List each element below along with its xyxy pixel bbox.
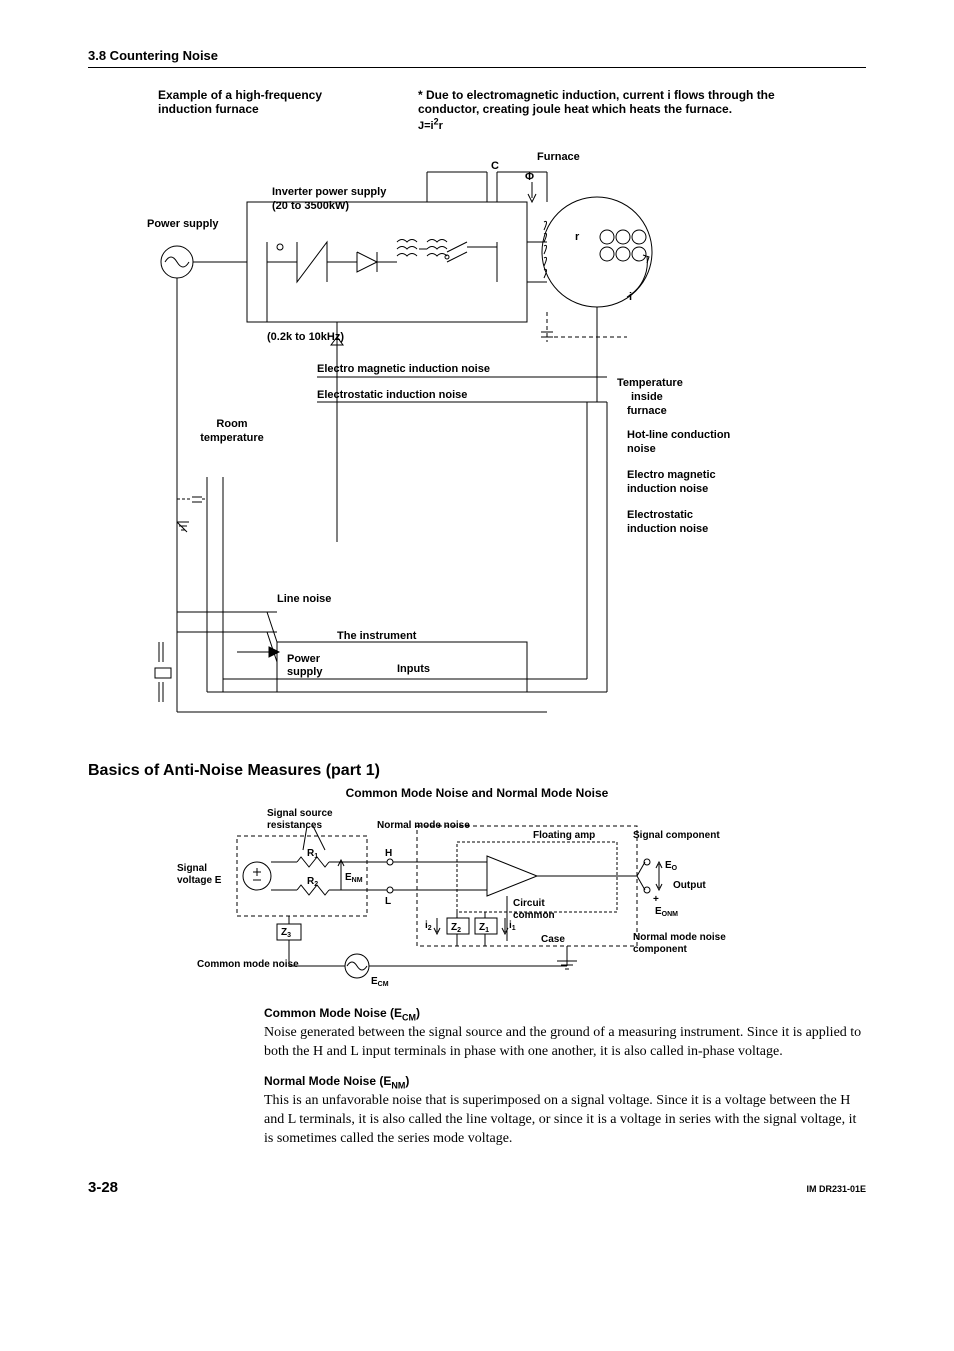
para1-head: Common Mode Noise (ECM) [264,1006,866,1022]
label: The instrument [337,630,417,642]
label: induction noise [627,483,708,495]
label: noise [627,443,656,455]
para1-head-sub: CM [402,1012,416,1022]
intro-right-text: * Due to electromagnetic induction, curr… [418,88,775,116]
label: Z3 [281,927,291,939]
label: r [575,231,580,243]
formula: J=i2r [418,120,443,132]
label: Signal [177,863,207,874]
label: Φ [525,171,534,183]
label: Temperature [617,377,683,389]
heading-anti-noise: Basics of Anti-Noise Measures (part 1) [88,762,866,780]
label: Electro magnetic [627,469,716,481]
para2-head-sub: NM [391,1080,405,1090]
label: Z2 [451,922,461,934]
label: Signal source [267,808,333,819]
formula-tail: r [439,120,443,132]
label: Inputs [397,663,430,675]
label: Electrostatic induction noise [317,389,467,401]
figure-induction-furnace: Power supply Inverter power supply (20 t… [127,142,827,732]
formula-j: J=i [418,120,434,132]
label: furnace [627,405,667,417]
label: induction noise [627,523,708,535]
label: Room [216,418,247,430]
intro-row: Example of a high-frequency induction fu… [158,88,866,132]
label: C [491,160,499,172]
label: (0.2k to 10kHz) [267,331,344,343]
label: EO [665,860,678,872]
label: common [513,910,555,921]
label: i2 [425,920,432,932]
para2-head-main: Normal Mode Noise (E [264,1074,391,1088]
label: (20 to 3500kW) [272,200,349,212]
para1-head-tail: ) [416,1006,420,1020]
label: Normal mode noise [633,932,726,943]
label: + [653,894,659,905]
label: EONM [655,906,678,918]
label: resistances [267,820,322,831]
label: Power supply [147,218,219,230]
label: Inverter power supply [272,186,387,198]
footer: 3-28 IM DR231-01E [88,1179,866,1196]
subheading-modes: Common Mode Noise and Normal Mode Noise [88,786,866,800]
label: R2 [307,876,318,888]
label: voltage E [177,875,222,886]
label: supply [287,666,323,678]
label: ENM [345,872,363,884]
label: Z1 [479,922,489,934]
label: Signal component [633,830,720,841]
label: L [385,896,391,907]
label: Electrostatic [627,509,693,521]
para1-head-main: Common Mode Noise (E [264,1006,402,1020]
para2-head-tail: ) [405,1074,409,1088]
label: Hot-line conduction [627,429,731,441]
label: temperature [200,432,264,444]
para2-body: This is an unfavorable noise that is sup… [264,1092,866,1149]
label: i1 [509,920,516,932]
label: Common mode noise [197,959,299,970]
label: Output [673,880,706,891]
label: Case [541,934,565,945]
label: H [385,848,392,859]
label: Furnace [537,151,580,163]
label: component [633,944,688,955]
para2-head: Normal Mode Noise (ENM) [264,1074,866,1090]
label: Circuit [513,898,545,909]
label: R1 [307,848,318,860]
label: Normal mode noise [377,820,470,831]
label: Electro magnetic induction noise [317,363,490,375]
intro-left: Example of a high-frequency induction fu… [158,88,358,132]
doc-id: IM DR231-01E [806,1184,866,1194]
label: Floating amp [533,830,595,841]
page-number: 3-28 [88,1179,118,1196]
label: inside [631,391,663,403]
label: Power [287,653,321,665]
intro-right: * Due to electromagnetic induction, curr… [418,88,778,132]
header-rule [88,67,866,68]
figure-noise-modes: Signal source resistances Normal mode no… [157,806,797,996]
section-header: 3.8 Countering Noise [88,48,866,63]
para1-body: Noise generated between the signal sourc… [264,1024,866,1062]
label: i [629,291,632,303]
label: Line noise [277,593,331,605]
label: ECM [371,976,389,988]
